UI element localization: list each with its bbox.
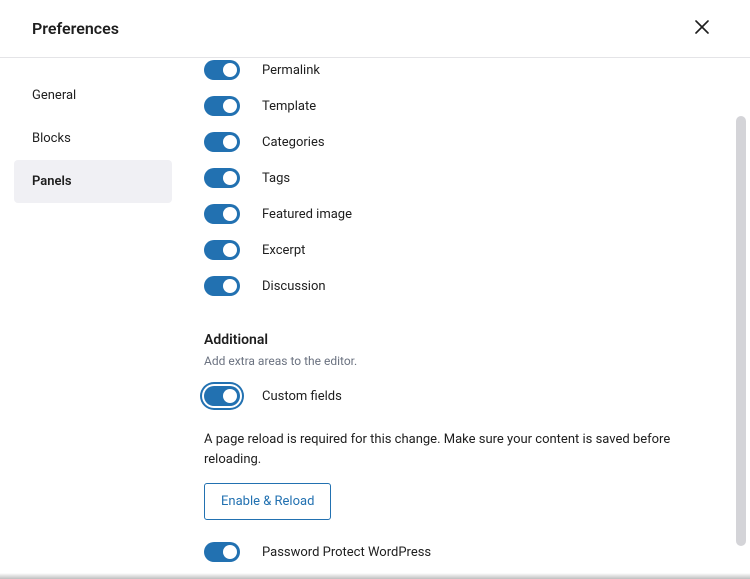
tab-label: Panels	[32, 174, 72, 189]
toggle-knob	[223, 135, 237, 149]
toggle-tags[interactable]	[204, 168, 240, 188]
toggle-permalink[interactable]	[204, 60, 240, 80]
tab-general[interactable]: General	[14, 74, 172, 117]
toggle-label: Categories	[262, 135, 325, 150]
close-icon	[695, 18, 709, 39]
toggle-password-protect-wordpress[interactable]	[204, 542, 240, 562]
toggle-categories[interactable]	[204, 132, 240, 152]
toggle-knob	[223, 99, 237, 113]
tab-blocks[interactable]: Blocks	[14, 117, 172, 160]
toggle-knob	[223, 171, 237, 185]
toggle-label: Template	[262, 99, 316, 114]
toggle-row-categories: Categories	[204, 124, 728, 160]
toggle-row-custom-fields: Custom fields	[204, 378, 728, 414]
toggle-featured-image[interactable]	[204, 204, 240, 224]
toggle-knob	[223, 389, 237, 403]
toggle-row-featured-image: Featured image	[204, 196, 728, 232]
modal-body: General Blocks Panels Permalink Template…	[0, 58, 750, 575]
additional-description: Add extra areas to the editor.	[204, 354, 728, 368]
toggle-row-ppw: Password Protect WordPress	[204, 534, 728, 570]
toggle-template[interactable]	[204, 96, 240, 116]
toggle-knob	[223, 63, 237, 77]
toggle-row-tags: Tags	[204, 160, 728, 196]
toggle-excerpt[interactable]	[204, 240, 240, 260]
scrollbar-thumb[interactable]	[736, 116, 746, 546]
close-button[interactable]	[686, 13, 718, 45]
toggle-row-permalink: Permalink	[204, 58, 728, 88]
toggle-discussion[interactable]	[204, 276, 240, 296]
toggle-label: Password Protect WordPress	[262, 545, 431, 560]
tab-label: Blocks	[32, 131, 71, 146]
toggle-label: Featured image	[262, 207, 352, 222]
toggle-label: Tags	[262, 171, 290, 186]
preferences-tabs: General Blocks Panels	[0, 58, 172, 575]
modal-title: Preferences	[32, 19, 119, 38]
toggle-custom-fields[interactable]	[204, 386, 240, 406]
toggle-label: Excerpt	[262, 243, 305, 258]
toggle-row-discussion: Discussion	[204, 268, 728, 304]
enable-reload-button[interactable]: Enable & Reload	[204, 483, 331, 520]
toggle-label: Custom fields	[262, 389, 342, 404]
tab-panels[interactable]: Panels	[14, 160, 172, 203]
toggle-row-template: Template	[204, 88, 728, 124]
tab-label: General	[32, 88, 76, 103]
modal-header: Preferences	[0, 0, 750, 58]
toggle-knob	[223, 545, 237, 559]
toggle-label: Discussion	[262, 279, 326, 294]
toggle-knob	[223, 279, 237, 293]
panels-content: Permalink Template Categories Tags Featu…	[172, 58, 750, 575]
reload-note: A page reload is required for this chang…	[204, 430, 728, 469]
toggle-label: Permalink	[262, 63, 320, 78]
additional-heading: Additional	[204, 332, 728, 348]
toggle-knob	[223, 207, 237, 221]
toggle-row-excerpt: Excerpt	[204, 232, 728, 268]
toggle-knob	[223, 243, 237, 257]
